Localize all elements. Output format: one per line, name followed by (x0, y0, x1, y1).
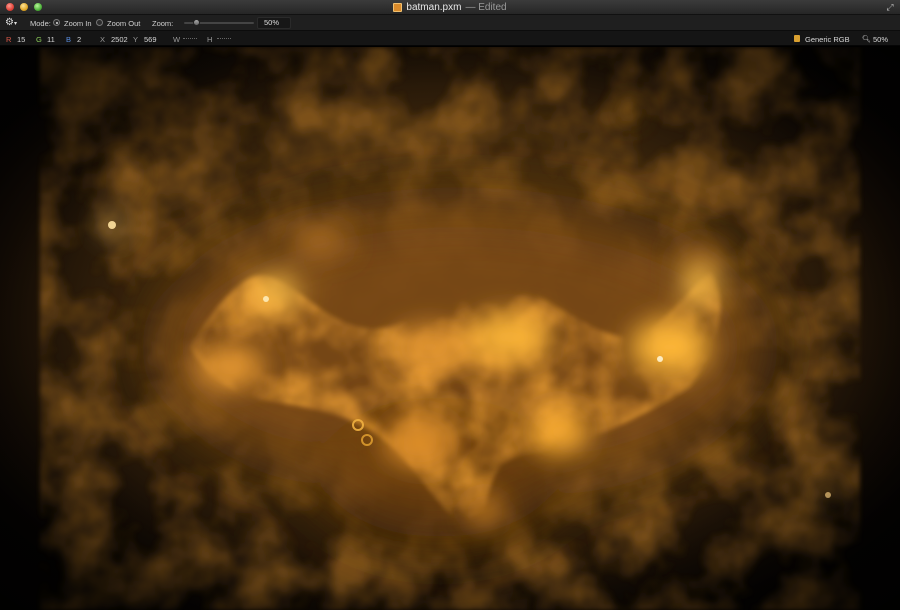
zoom-label: Zoom: (152, 19, 174, 28)
color-profile-icon (794, 35, 800, 42)
y-coordinate-value: 569 (144, 35, 157, 44)
blue-channel-value: 2 (77, 35, 82, 44)
green-channel-label: G (36, 35, 42, 44)
y-coordinate-label: Y (133, 35, 139, 44)
batman-image (0, 47, 900, 610)
zoom-out-radio[interactable] (96, 19, 103, 26)
x-coordinate-value: 2502 (111, 35, 128, 44)
blue-channel-label: B (66, 35, 72, 44)
height-value-empty (217, 38, 231, 39)
color-profile-name[interactable]: Generic RGB (805, 35, 850, 44)
red-channel-value: 15 (17, 35, 26, 44)
title-bar: batman.pxm — Edited ⤢ (0, 0, 900, 15)
zoom-value-field[interactable]: 50% (257, 17, 291, 29)
fullscreen-icon[interactable]: ⤢ (885, 2, 895, 12)
tool-options-bar: ⚙▾ Mode: Zoom In Zoom Out Zoom: 50% (0, 15, 900, 31)
zoom-out-label[interactable]: Zoom Out (107, 19, 140, 28)
zoom-readout: 50% (873, 35, 889, 44)
zoom-slider-knob[interactable] (193, 19, 201, 26)
gear-icon[interactable]: ⚙▾ (5, 17, 18, 29)
info-bar: R 15 G 11 B 2 X 2502 Y 569 W H Generic R… (0, 31, 900, 46)
x-coordinate-label: X (100, 35, 106, 44)
mode-label: Mode: (30, 19, 51, 28)
width-label: W (173, 35, 181, 44)
height-label: H (207, 35, 213, 44)
window-edited-status: — Edited (465, 2, 507, 13)
window-title: batman.pxm — Edited (0, 0, 900, 15)
zoom-in-radio[interactable] (53, 19, 60, 26)
width-value-empty (183, 38, 197, 39)
magnifier-icon: 🔍︎ (862, 36, 871, 43)
zoom-slider[interactable] (184, 19, 254, 26)
green-channel-value: 11 (47, 35, 55, 44)
zoom-in-label[interactable]: Zoom In (64, 19, 92, 28)
document-icon[interactable] (393, 3, 403, 12)
image-canvas[interactable] (0, 47, 900, 610)
window-filename: batman.pxm (406, 2, 462, 13)
red-channel-label: R (6, 35, 12, 44)
